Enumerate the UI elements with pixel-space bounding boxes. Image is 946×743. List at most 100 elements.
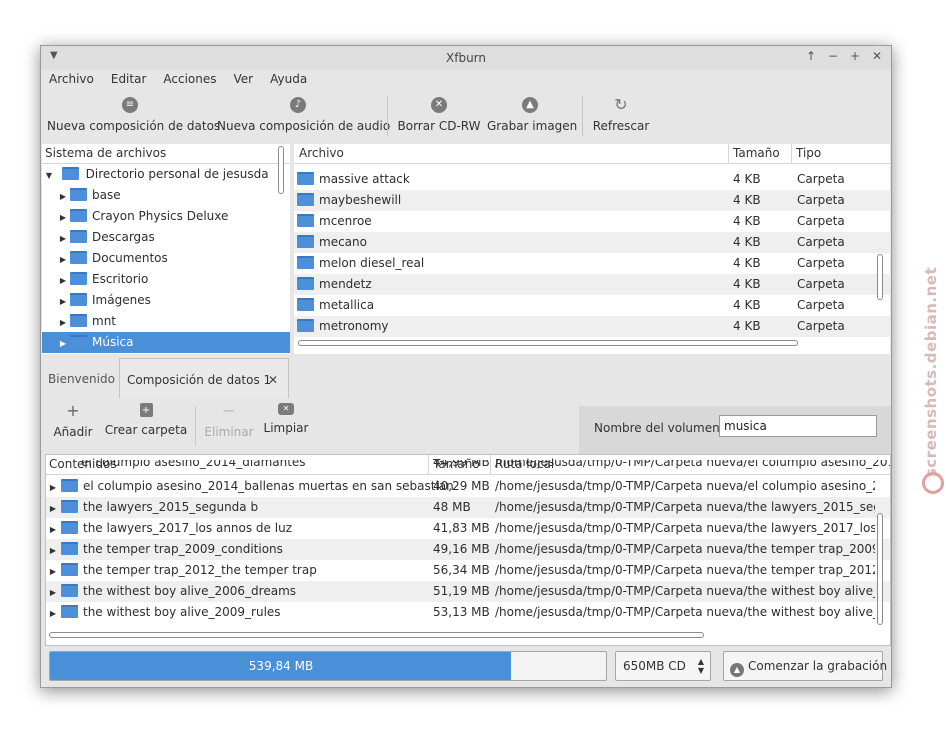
clear-icon: ✕ (278, 403, 294, 415)
file-row[interactable]: mecano 4 KB Carpeta (294, 232, 890, 253)
tree-root[interactable]: ▼ Directorio personal de jesusda (42, 164, 290, 185)
contents-row[interactable]: ▶ the temper trap_2012_the temper trap 56,… (46, 560, 890, 581)
maximize-icon[interactable]: + (849, 49, 861, 63)
expander-closed-icon[interactable]: ▶ (58, 207, 68, 228)
menu-bar: Archivo Editar Acciones Ver Ayuda (41, 70, 891, 92)
expander-closed-icon[interactable]: ▶ (48, 540, 58, 560)
menu-ver[interactable]: Ver (234, 70, 254, 92)
file-list-hscrollbar[interactable] (298, 340, 798, 346)
expander-closed-icon[interactable]: ▶ (48, 582, 58, 602)
minimize-icon[interactable]: − (827, 49, 839, 63)
col-tipo[interactable]: Tipo (796, 146, 821, 160)
window-title: Xfburn (446, 51, 486, 65)
remove-button[interactable]: − Eliminar (201, 398, 257, 440)
file-row[interactable]: maybeshewill 4 KB Carpeta (294, 190, 890, 211)
contents-row[interactable]: ▶ el columpio asesino_2014_ballenas muert… (46, 476, 890, 497)
status-bar: 539,84 MB 650MB CD ▲ ▼ ▲ Comenzar la graba… (41, 646, 891, 687)
contents-row[interactable]: ▶ the withest boy alive_2006_dreams 51,19 … (46, 581, 890, 602)
new-data-composition-button[interactable]: ≡ Nueva composición de datos (47, 92, 220, 133)
expander-closed-icon[interactable]: ▶ (58, 228, 68, 249)
close-tab-icon[interactable]: ✕ (268, 359, 278, 401)
filesystem-tree[interactable]: Sistema de archivos ▼ Directorio persona… (42, 144, 290, 354)
contents-row[interactable]: ▶ the withest boy alive_2009_rules 53,13 M… (46, 602, 890, 623)
tree-scrollbar[interactable] (278, 146, 284, 194)
file-row[interactable]: mcenroe 4 KB Carpeta (294, 211, 890, 232)
file-list[interactable]: Archivo Tamaño Tipo massive attack 4 KB Ca… (294, 144, 890, 354)
flame-icon: ▲ (730, 663, 744, 677)
menu-ayuda[interactable]: Ayuda (270, 70, 307, 92)
contents-hscrollbar[interactable] (49, 632, 704, 638)
menu-archivo[interactable]: Archivo (49, 70, 94, 92)
tree-item[interactable]: ▶ base (42, 185, 290, 206)
refresh-button[interactable]: ↻ Refrescar (591, 92, 651, 134)
tree-item[interactable]: ▶ Descargas (42, 227, 290, 248)
blank-cdrw-button[interactable]: ✕ Borrar CD-RW (397, 92, 481, 133)
file-list-vscrollbar[interactable] (877, 254, 883, 300)
close-icon[interactable]: ✕ (871, 49, 883, 63)
file-row[interactable]: melon diesel_real 4 KB Carpeta (294, 253, 890, 274)
watermark: screenshots.debian.net (922, 266, 940, 478)
tree-scrollbar-track (275, 144, 289, 354)
expander-open-icon[interactable]: ▼ (44, 165, 54, 186)
contents-row-partial[interactable]: el columpio asesino_2014_diamantes 44,99 … (46, 460, 890, 472)
file-row[interactable]: mendetz 4 KB Carpeta (294, 274, 890, 295)
composition-contents[interactable]: Contenidos Tamaño Ruta local el columpio… (45, 454, 891, 646)
expander-closed-icon[interactable]: ▶ (58, 312, 68, 333)
volume-name-label: Nombre del volumen: (594, 421, 724, 435)
contents-row[interactable]: ▶ the temper trap_2009_conditions 49,16 MB… (46, 539, 890, 560)
composition-toolbar: + Añadir + Crear carpeta − Eliminar ✕ Li… (41, 398, 891, 454)
add-button[interactable]: + Añadir (51, 398, 95, 440)
clear-button[interactable]: ✕ Limpiar (261, 398, 311, 435)
col-tamano[interactable]: Tamaño (733, 146, 780, 160)
expander-closed-icon[interactable]: ▶ (58, 291, 68, 312)
file-row[interactable]: metallica 4 KB Carpeta (294, 295, 890, 316)
tree-item[interactable]: ▶ mnt (42, 311, 290, 332)
start-burn-button[interactable]: ▲ Comenzar la grabación (723, 651, 887, 681)
expander-closed-icon[interactable]: ▶ (48, 519, 58, 539)
volume-name-input[interactable] (719, 415, 877, 437)
expander-closed-icon[interactable]: ▶ (48, 561, 58, 581)
folder-icon (297, 298, 314, 311)
flame-icon: ▲ (522, 97, 538, 113)
home-folder-icon (61, 167, 79, 180)
xfburn-window: ▼ Xfburn ↑ − + ✕ Archivo Editar Acciones… (40, 45, 892, 688)
new-audio-composition-button[interactable]: ♪ Nueva composición de audio (217, 92, 390, 133)
tree-item[interactable]: ▶ Imágenes (42, 290, 290, 311)
expander-closed-icon[interactable]: ▶ (48, 603, 58, 623)
composition-tabs: Bienvenido Composición de datos 1 ✕ (41, 358, 891, 398)
file-row[interactable]: massive attack 4 KB Carpeta (294, 169, 890, 190)
contents-vscrollbar[interactable] (877, 513, 883, 625)
tree-header[interactable]: Sistema de archivos (42, 144, 290, 164)
folder-icon (61, 605, 78, 618)
tree-item[interactable]: ▶ Música (42, 332, 290, 353)
refresh-icon: ↻ (614, 95, 628, 114)
file-list-header: Archivo Tamaño Tipo (294, 144, 890, 164)
shade-icon[interactable]: ↑ (805, 49, 817, 63)
folder-icon (297, 277, 314, 290)
create-folder-button[interactable]: + Crear carpeta (103, 398, 189, 437)
expander-closed-icon[interactable]: ▶ (48, 498, 58, 518)
menu-acciones[interactable]: Acciones (163, 70, 216, 92)
title-bar[interactable]: ▼ Xfburn ↑ − + ✕ (41, 46, 891, 70)
expander-closed-icon[interactable]: ▶ (58, 249, 68, 270)
tree-item[interactable]: ▶ Documentos (42, 248, 290, 269)
menu-editar[interactable]: Editar (111, 70, 147, 92)
tree-item[interactable]: ▶ Crayon Physics Deluxe (42, 206, 290, 227)
tree-item[interactable]: ▶ Escritorio (42, 269, 290, 290)
main-toolbar: ≡ Nueva composición de datos ♪ Nueva com… (41, 92, 891, 144)
expander-closed-icon[interactable]: ▶ (58, 270, 68, 291)
expander-closed-icon[interactable]: ▶ (58, 186, 68, 207)
contents-row[interactable]: ▶ the lawyers_2017_los annos de luz 41,83 … (46, 518, 890, 539)
tab-welcome[interactable]: Bienvenido (41, 358, 122, 398)
expander-closed-icon[interactable]: ▶ (48, 477, 58, 497)
contents-row[interactable]: ▶ the lawyers_2015_segunda b 48 MB/home/je… (46, 497, 890, 518)
expander-closed-icon[interactable]: ▶ (58, 333, 68, 354)
file-row[interactable]: metronomy 4 KB Carpeta (294, 316, 890, 337)
folder-icon (70, 272, 87, 285)
col-archivo[interactable]: Archivo (299, 146, 344, 160)
tab-data-composition[interactable]: Composición de datos 1 ✕ (119, 358, 289, 398)
disc-size-select[interactable]: 650MB CD ▲ ▼ (615, 651, 711, 681)
burn-image-button[interactable]: ▲ Grabar imagen (487, 92, 577, 133)
folder-icon (61, 479, 78, 492)
new-folder-icon: + (139, 403, 153, 417)
